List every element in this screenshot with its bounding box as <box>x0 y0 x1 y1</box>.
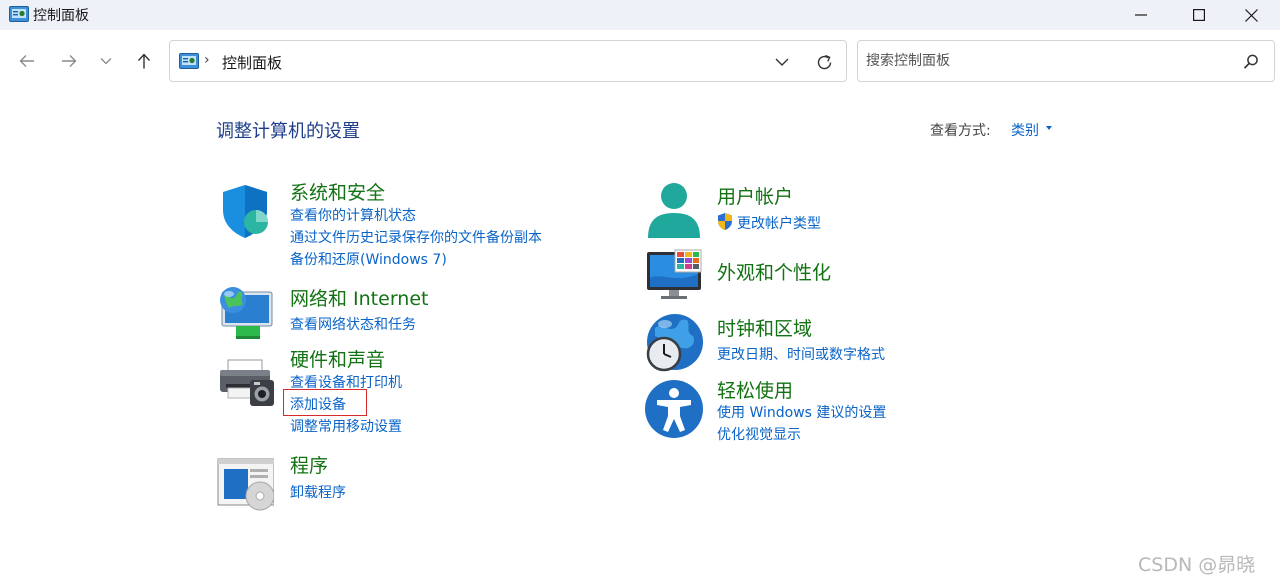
link-change-account-type[interactable]: 更改帐户类型 <box>737 213 821 233</box>
window-title: 控制面板 <box>33 8 89 24</box>
address-bar[interactable]: › 控制面板 <box>169 40 847 82</box>
minimize-icon <box>1135 14 1147 16</box>
user-icon[interactable] <box>645 182 703 240</box>
printer-icon[interactable] <box>216 354 274 412</box>
up-button[interactable] <box>129 47 159 75</box>
minimize-button[interactable] <box>1112 0 1170 30</box>
category-title-ease-of-access[interactable]: 轻松使用 <box>717 376 793 403</box>
close-button[interactable] <box>1222 0 1280 30</box>
arrow-right-icon <box>62 55 77 67</box>
caret-down-icon[interactable] <box>1046 126 1052 130</box>
arrow-up-icon <box>137 53 151 69</box>
chevron-down-icon <box>775 58 789 66</box>
control-panel-icon <box>179 53 199 69</box>
navigation-bar: › 控制面板 <box>0 30 1280 92</box>
address-history-button[interactable] <box>770 52 794 72</box>
chevron-down-icon <box>100 58 112 65</box>
breadcrumb-control-panel[interactable]: 控制面板 <box>222 52 282 73</box>
link-optimize-visual-display[interactable]: 优化视觉显示 <box>717 424 801 444</box>
link-mobility-settings[interactable]: 调整常用移动设置 <box>290 416 402 436</box>
category-title-system-security[interactable]: 系统和安全 <box>290 178 385 205</box>
network-globe-icon[interactable] <box>216 284 274 342</box>
maximize-icon <box>1193 9 1205 21</box>
monitor-icon[interactable] <box>645 248 703 306</box>
accessibility-icon[interactable] <box>645 380 703 438</box>
link-file-history-backup[interactable]: 通过文件历史记录保存你的文件备份副本 <box>290 227 542 247</box>
close-icon <box>1244 8 1258 22</box>
category-title-user-accounts[interactable]: 用户帐户 <box>717 182 793 209</box>
search-input[interactable] <box>866 50 1226 72</box>
maximize-button[interactable] <box>1170 0 1228 30</box>
search-icon[interactable] <box>1242 53 1260 71</box>
link-view-computer-status[interactable]: 查看你的计算机状态 <box>290 205 416 225</box>
view-by-dropdown[interactable]: 类别 <box>1011 120 1039 140</box>
search-box[interactable] <box>857 40 1275 82</box>
link-view-network-status[interactable]: 查看网络状态和任务 <box>290 314 416 334</box>
forward-button[interactable] <box>54 47 84 75</box>
link-change-date-time-format[interactable]: 更改日期、时间或数字格式 <box>717 344 885 364</box>
recent-locations-button[interactable] <box>91 47 121 75</box>
arrow-left-icon <box>19 55 34 67</box>
link-uninstall-program[interactable]: 卸载程序 <box>290 482 346 502</box>
link-recommended-settings[interactable]: 使用 Windows 建议的设置 <box>717 402 886 422</box>
category-title-hardware-sound[interactable]: 硬件和声音 <box>290 345 385 372</box>
back-button[interactable] <box>12 47 42 75</box>
highlight-annotation-box <box>283 389 367 416</box>
shield-icon[interactable] <box>216 182 274 240</box>
control-panel-app-icon <box>9 6 29 22</box>
category-title-clock-region[interactable]: 时钟和区域 <box>717 314 812 341</box>
category-title-network-internet[interactable]: 网络和 Internet <box>290 284 428 311</box>
breadcrumb-separator[interactable]: › <box>204 52 210 68</box>
link-backup-restore[interactable]: 备份和还原(Windows 7) <box>290 249 447 269</box>
category-title-appearance-personalization[interactable]: 外观和个性化 <box>717 258 831 285</box>
programs-icon[interactable] <box>216 456 274 514</box>
refresh-icon <box>817 54 831 69</box>
category-title-programs[interactable]: 程序 <box>290 451 328 478</box>
refresh-button[interactable] <box>812 51 836 73</box>
view-by-label: 查看方式: <box>930 123 991 139</box>
uac-shield-icon <box>718 213 732 230</box>
page-title: 调整计算机的设置 <box>216 121 360 142</box>
title-bar: 控制面板 <box>0 0 1280 30</box>
watermark-text: CSDN @昴晓 <box>1138 554 1256 576</box>
clock-globe-icon[interactable] <box>645 314 703 372</box>
